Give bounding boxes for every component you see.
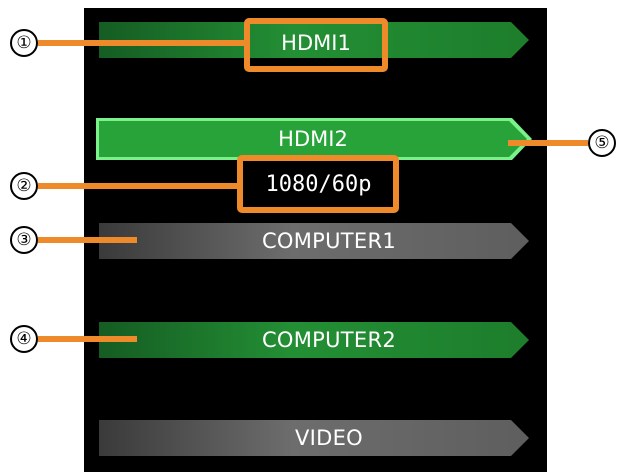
callout-3-number: ③ <box>10 226 38 254</box>
input-computer2-label: COMPUTER2 <box>261 328 397 352</box>
callout-5-number: ⑤ <box>588 129 616 157</box>
callout-3-leader-line <box>38 237 137 243</box>
input-computer2-button[interactable]: COMPUTER2 <box>99 322 529 358</box>
callout-4-leader-line <box>38 336 137 342</box>
input-computer1-label: COMPUTER1 <box>261 229 397 253</box>
callout-1-number: ① <box>10 29 38 57</box>
hdmi1-highlight-label: HDMI1 <box>281 31 351 55</box>
callout-2-number: ② <box>10 172 38 200</box>
callout-5-leader-line <box>508 140 588 146</box>
input-video-label: VIDEO <box>294 426 364 450</box>
callout-1-leader-line <box>38 40 244 46</box>
input-video-button[interactable]: VIDEO <box>99 420 529 456</box>
callout-2-leader-line <box>38 183 237 189</box>
callout-4-number: ④ <box>10 325 38 353</box>
input-computer1-button[interactable]: COMPUTER1 <box>99 223 529 259</box>
input-hdmi2-label: HDMI2 <box>278 127 348 151</box>
input-hdmi2-button[interactable]: HDMI2 <box>99 121 527 157</box>
callout-2-highlight-box <box>237 155 399 213</box>
